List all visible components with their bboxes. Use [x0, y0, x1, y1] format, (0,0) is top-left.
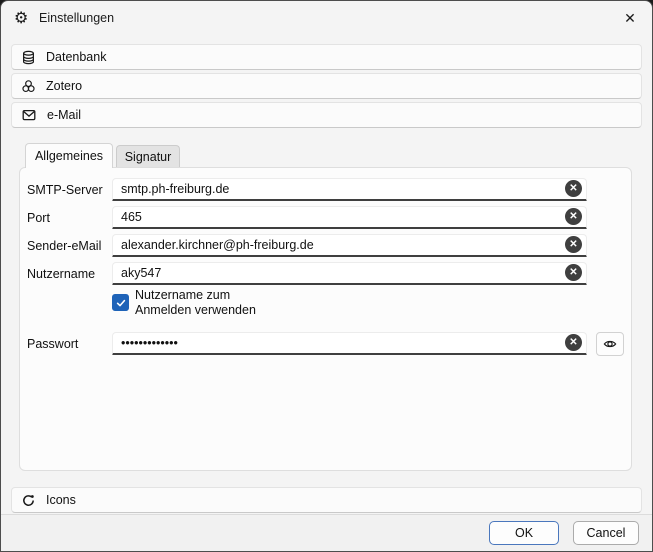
cancel-button[interactable]: Cancel: [573, 521, 639, 545]
smtp-clear-button[interactable]: ✕: [565, 180, 582, 197]
section-email[interactable]: e-Mail: [11, 102, 642, 128]
use-username-checkbox-label[interactable]: Nutzername zum Anmelden verwenden: [135, 288, 267, 318]
port-label: Port: [27, 206, 50, 229]
section-icons-label: Icons: [46, 493, 76, 507]
sender-email-field-wrap: ✕: [112, 234, 587, 257]
refresh-icon: [21, 493, 36, 508]
use-username-checkbox[interactable]: [112, 294, 129, 311]
tab-allgemeines[interactable]: Allgemeines: [25, 143, 113, 168]
email-settings-pane: SMTP-Server ✕ Port ✕ Sender-eMail ✕ Nutz…: [19, 167, 632, 471]
checkmark-icon: [115, 297, 127, 309]
section-email-label: e-Mail: [47, 108, 81, 122]
smtp-server-field-wrap: ✕: [112, 178, 587, 201]
nutzername-clear-button[interactable]: ✕: [565, 264, 582, 281]
port-clear-button[interactable]: ✕: [565, 208, 582, 225]
nutzername-field-wrap: ✕: [112, 262, 587, 285]
sender-email-label: Sender-eMail: [27, 234, 101, 257]
gear-icon: ⚙: [14, 7, 28, 29]
section-datenbank-label: Datenbank: [46, 50, 106, 64]
passwort-label: Passwort: [27, 332, 78, 355]
window-title: Einstellungen: [39, 11, 114, 25]
passwort-clear-button[interactable]: ✕: [565, 334, 582, 351]
nutzername-label: Nutzername: [27, 262, 95, 285]
sender-email-input[interactable]: [112, 234, 587, 257]
footer: OK Cancel: [1, 514, 652, 551]
close-icon: ✕: [624, 10, 636, 27]
nutzername-input[interactable]: [112, 262, 587, 285]
sender-email-clear-button[interactable]: ✕: [565, 236, 582, 253]
passwort-input[interactable]: [112, 332, 587, 355]
eye-icon: [602, 337, 618, 351]
port-field-wrap: ✕: [112, 206, 587, 229]
close-button[interactable]: ✕: [618, 6, 642, 30]
zotero-knot-icon: [21, 79, 36, 94]
section-datenbank[interactable]: Datenbank: [11, 44, 642, 70]
passwort-field-wrap: ✕: [112, 332, 587, 355]
database-icon: [21, 50, 36, 65]
ok-button[interactable]: OK: [489, 521, 559, 545]
smtp-server-label: SMTP-Server: [27, 178, 103, 201]
titlebar[interactable]: ⚙ Einstellungen ✕: [1, 2, 652, 35]
port-input[interactable]: [112, 206, 587, 229]
section-zotero[interactable]: Zotero: [11, 73, 642, 99]
section-icons[interactable]: Icons: [11, 487, 642, 513]
settings-dialog: ⚙ Einstellungen ✕ Datenbank Zotero: [0, 0, 653, 552]
smtp-server-input[interactable]: [112, 178, 587, 201]
section-zotero-label: Zotero: [46, 79, 82, 93]
tab-signatur[interactable]: Signatur: [116, 145, 180, 168]
show-password-button[interactable]: [596, 332, 624, 356]
mail-icon: [21, 107, 37, 123]
